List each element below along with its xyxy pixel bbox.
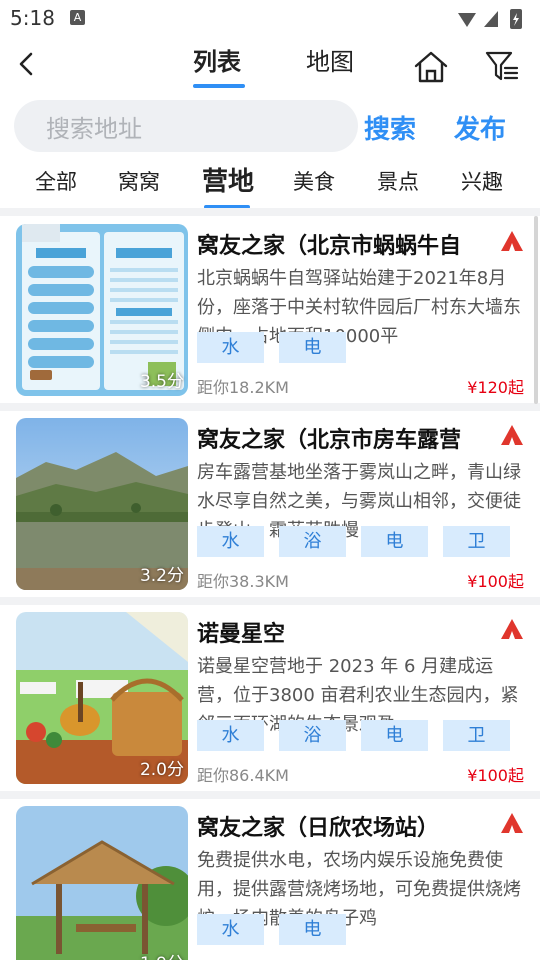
tent-icon (501, 231, 523, 251)
category-tabs: 全部 窝窝 营地 美食 景点 兴趣 (0, 158, 540, 209)
listing-distance: 距你38.3KM (197, 572, 289, 591)
publish-button[interactable]: 发布 (454, 109, 506, 146)
tent-icon (501, 425, 523, 445)
tab-map[interactable]: 地图 (306, 42, 354, 77)
search-placeholder: 搜索地址 (46, 115, 142, 143)
tab-list-indicator (193, 84, 245, 88)
listing-card[interactable]: 3.5分 窝友之家（北京市蜗蜗牛自 北京蜗蜗牛自驾驿站始建于2021年8月份，座… (0, 224, 540, 406)
listing-price: ¥100起 (467, 766, 524, 785)
listing-distance: 距你86.4KM (197, 766, 289, 785)
category-interest[interactable]: 兴趣 (461, 166, 503, 196)
listing-thumbnail: 2.0分 (16, 612, 188, 784)
amenity-tag: 浴 (279, 720, 346, 751)
amenity-tags: 水 浴 电 卫 (197, 720, 527, 752)
listing-card[interactable]: 3.2分 窝友之家（北京市房车露营 房车露营基地坐落于雾岚山之畔，青山绿水尽享自… (0, 418, 540, 600)
listing-thumbnail: 3.2分 (16, 418, 188, 590)
listing-price: ¥100起 (467, 572, 524, 591)
amenity-tag: 电 (279, 914, 346, 945)
listing-thumbnail: 3.5分 (16, 224, 188, 396)
category-wowo[interactable]: 窝窝 (118, 166, 160, 196)
divider (0, 791, 540, 799)
filter-icon[interactable] (484, 48, 520, 84)
notification-icon: A (70, 10, 85, 25)
divider (0, 597, 540, 605)
amenity-tag: 卫 (443, 720, 510, 751)
amenity-tag: 电 (361, 720, 428, 751)
scrollbar[interactable] (534, 216, 538, 404)
amenity-tag: 水 (197, 526, 264, 557)
system-status-icons (458, 9, 522, 29)
divider (0, 208, 540, 216)
top-navigation: 列表 地图 (0, 38, 540, 96)
listing-card[interactable]: 2.0分 诺曼星空 诺曼星空营地于 2023 年 6 月建成运营，位于3800 … (0, 612, 540, 794)
category-food[interactable]: 美食 (293, 166, 335, 196)
amenity-tag: 水 (197, 332, 264, 363)
amenity-tag: 电 (279, 332, 346, 363)
listing-title: 窝友之家（北京市房车露营 (197, 428, 462, 453)
status-bar: 5:18 A (0, 0, 540, 38)
category-camp[interactable]: 营地 (202, 161, 254, 198)
search-input[interactable]: 搜索地址 (14, 100, 358, 152)
amenity-tags: 水 电 (197, 332, 527, 364)
amenity-tag: 电 (361, 526, 428, 557)
listing-title: 诺曼星空 (197, 622, 286, 647)
listing-thumbnail: 1.9分 (16, 806, 188, 960)
search-button[interactable]: 搜索 (364, 109, 416, 146)
amenity-tag: 水 (197, 914, 264, 945)
listing-price: ¥120起 (467, 378, 524, 397)
divider (0, 403, 540, 411)
category-all[interactable]: 全部 (35, 166, 77, 196)
tent-icon (501, 813, 523, 833)
amenity-tag: 浴 (279, 526, 346, 557)
tent-icon (501, 619, 523, 639)
amenity-tag: 水 (197, 720, 264, 751)
amenity-tags: 水 浴 电 卫 (197, 526, 527, 558)
amenity-tags: 水 电 (197, 914, 527, 946)
listing-card[interactable]: 1.9分 窝友之家（日欣农场站） 免费提供水电，农场内娱乐设施免费使用，提供露营… (0, 806, 540, 960)
listing-score: 3.2分 (139, 566, 184, 586)
listing-title: 窝友之家（北京市蜗蜗牛自 (197, 234, 462, 259)
category-scenic[interactable]: 景点 (377, 166, 419, 196)
listing-score: 3.5分 (139, 372, 184, 392)
amenity-tag: 卫 (443, 526, 510, 557)
status-time: 5:18 (10, 6, 55, 30)
listing-distance: 距你18.2KM (197, 378, 289, 397)
home-icon[interactable] (412, 48, 450, 86)
listing-score: 1.9分 (140, 949, 184, 960)
tab-list[interactable]: 列表 (193, 42, 241, 77)
back-arrow-icon[interactable] (12, 46, 42, 82)
listing-title: 窝友之家（日欣农场站） (197, 816, 440, 841)
listing-distance: 距你 (197, 956, 229, 960)
listing-score: 2.0分 (139, 760, 184, 780)
